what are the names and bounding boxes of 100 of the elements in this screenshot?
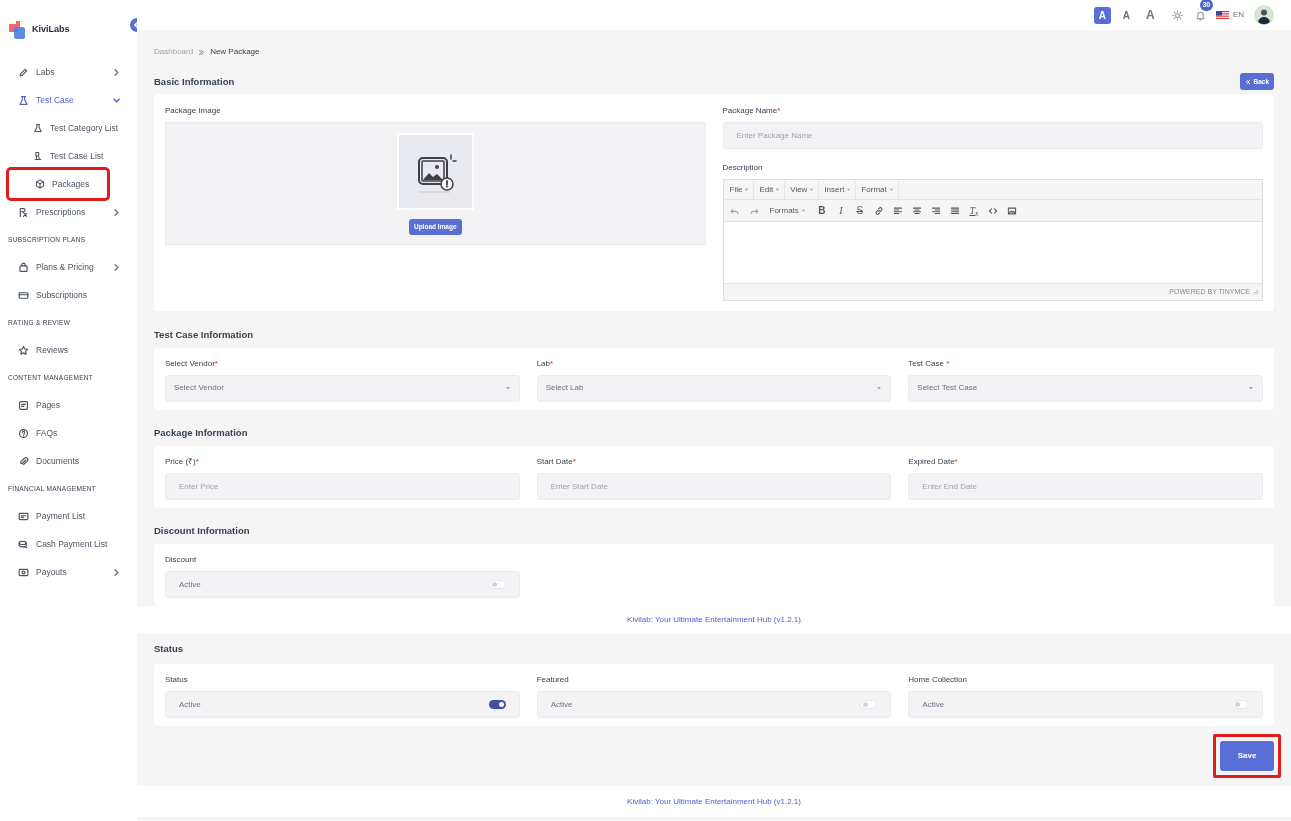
strikethrough-button[interactable]: S <box>850 201 869 220</box>
page-icon <box>18 399 29 411</box>
required-mark: * <box>550 358 554 368</box>
input-field[interactable]: Enter Price <box>165 472 520 500</box>
font-size-button[interactable]: A <box>1093 6 1111 24</box>
breadcrumb-current: New Package <box>210 46 260 58</box>
star-icon <box>18 344 29 356</box>
toggle-label: Active <box>179 578 201 591</box>
sidebar-item[interactable]: Subscriptions <box>0 281 137 309</box>
field-label: Status <box>165 674 189 684</box>
input-field[interactable]: Enter Start Date <box>536 472 892 500</box>
banknote-icon <box>18 566 29 578</box>
italic-button[interactable]: I <box>831 201 850 220</box>
toggle-switch[interactable] <box>488 580 506 589</box>
logo-icon <box>9 20 27 39</box>
sidebar-item[interactable]: Payouts <box>0 558 137 586</box>
field-label: Description <box>722 162 764 173</box>
sidebar-item[interactable]: Pages <box>0 391 137 419</box>
section-title: Package Information <box>154 426 248 440</box>
select-field[interactable]: Select Test Case <box>908 374 1263 402</box>
code-icon <box>987 205 998 216</box>
sidebar-item[interactable]: Plans & Pricing <box>0 253 137 281</box>
menu-button[interactable]: Insert <box>820 180 857 199</box>
toggle-switch[interactable] <box>488 700 506 709</box>
align-right-icon <box>930 205 941 216</box>
formats-dropdown[interactable]: Formats <box>763 201 812 220</box>
input-field[interactable]: Enter Package Name <box>722 122 1263 150</box>
field-label: Test Case * <box>908 357 951 368</box>
double-chevron-icon <box>198 48 206 56</box>
bold-button[interactable]: B <box>812 201 831 220</box>
theme-button[interactable] <box>1169 7 1186 23</box>
sidebar-item[interactable]: Test Case <box>0 86 137 114</box>
toggle-label: Active <box>922 698 945 711</box>
brand-name: KiviLabs <box>32 22 70 36</box>
sidebar-item[interactable]: Payment List <box>0 502 137 530</box>
bag-icon <box>18 261 29 273</box>
menu-button[interactable]: File <box>725 180 755 199</box>
toggle-switch[interactable] <box>1232 700 1249 709</box>
sidebar-item[interactable]: Documents <box>0 447 137 475</box>
field-label: Home Collection <box>908 674 969 684</box>
select-field[interactable]: Select Vendor <box>165 374 520 402</box>
align-justify-icon <box>949 205 960 216</box>
sidebar-item[interactable]: FAQs <box>0 419 137 447</box>
chevron-right-icon <box>112 262 121 272</box>
receipt-icon <box>18 510 29 522</box>
menu-button[interactable]: View <box>786 180 820 199</box>
footer-text: Kivilab: Your Ultimate Entertainment Hub (v1.2.1) <box>627 614 801 626</box>
field-label: Start Date* <box>536 455 577 466</box>
section-title: Status <box>154 641 184 656</box>
image-icon <box>1006 205 1017 216</box>
align-left-icon <box>892 205 903 216</box>
toggle-label: Active <box>550 698 573 711</box>
link-icon <box>873 205 884 216</box>
required-mark: * <box>214 358 218 368</box>
sidebar-item[interactable]: Reviews <box>0 336 137 364</box>
clear-formatting-button[interactable]: T$_{x}$ <box>964 201 983 220</box>
field-label: Price (₹)* <box>165 455 200 466</box>
link-icon <box>18 66 29 78</box>
sidebar-item[interactable]: Prescriptions <box>0 198 137 226</box>
required-mark: * <box>195 456 199 466</box>
field-label: Package Image <box>165 105 222 116</box>
font-size-button[interactable]: A <box>1117 6 1135 24</box>
paperclip-icon <box>18 455 29 467</box>
caret-down-icon <box>800 208 806 214</box>
caret-down-icon <box>744 187 750 193</box>
save-button[interactable]: Save <box>1220 741 1274 771</box>
language-selector[interactable]: EN <box>1215 9 1244 21</box>
caret-down-icon <box>888 187 894 193</box>
align-center-icon <box>911 205 922 216</box>
menu-button[interactable]: Format <box>857 180 899 199</box>
sidebar-subitem[interactable]: Packages <box>9 170 107 198</box>
sun-icon <box>1172 9 1184 21</box>
question-icon <box>18 427 29 439</box>
sidebar-subitem[interactable]: Test Category List <box>7 114 130 142</box>
chevron-right-icon <box>112 207 121 217</box>
flag-icon <box>1215 11 1229 19</box>
select-field[interactable]: Select Lab <box>536 374 892 402</box>
required-mark: * <box>954 456 958 466</box>
flask-icon <box>33 123 43 133</box>
sidebar-subitem[interactable]: Test Case List <box>7 142 130 170</box>
prescription-icon <box>18 206 29 218</box>
coins-icon <box>18 538 29 550</box>
input-field[interactable]: Enter End Date <box>908 472 1263 500</box>
caret-down-icon <box>504 385 511 391</box>
sidebar-item[interactable]: Labs <box>0 58 137 86</box>
sidebar-item[interactable]: Cash Payment List <box>0 530 137 558</box>
field-label: Lab* <box>536 357 555 368</box>
caret-down-icon <box>846 187 852 193</box>
field-label: Discount <box>165 554 198 564</box>
chevron-right-icon <box>112 67 121 77</box>
caret-down-icon <box>1248 385 1254 391</box>
card-icon <box>18 289 29 301</box>
required-mark: * <box>777 106 781 116</box>
toggle-switch[interactable] <box>860 700 878 709</box>
section-title: Discount Information <box>154 524 250 539</box>
font-size-button[interactable]: A <box>1141 6 1159 24</box>
chevron-right-icon <box>112 567 121 577</box>
microscope-icon <box>33 151 43 161</box>
menu-button[interactable]: Edit <box>755 180 786 199</box>
field-label: Featured <box>536 674 570 684</box>
